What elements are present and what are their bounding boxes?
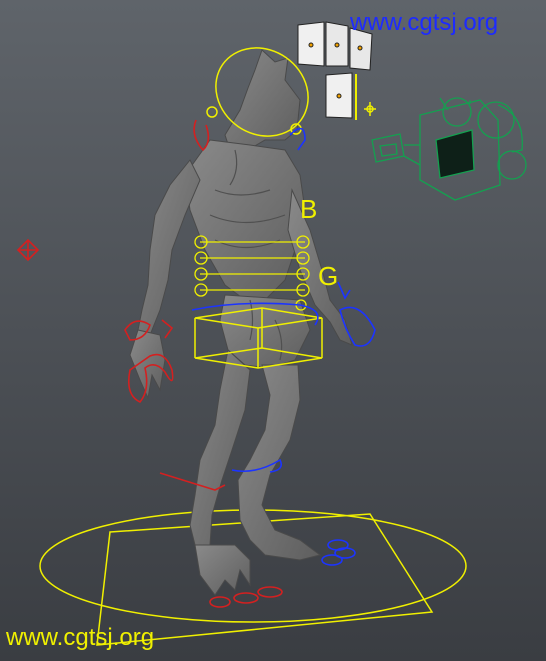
rig-label-g[interactable]: G — [318, 263, 338, 289]
rig-label-b[interactable]: B — [300, 196, 317, 222]
watermark-top: www.cgtsj.org — [350, 9, 499, 36]
watermark-bottom: www.cgtsj.org — [6, 624, 155, 651]
maya-viewport[interactable]: www.cgtsj.org www.cgtsj.org B G — [0, 0, 546, 661]
viewport-canvas[interactable] — [0, 0, 546, 661]
